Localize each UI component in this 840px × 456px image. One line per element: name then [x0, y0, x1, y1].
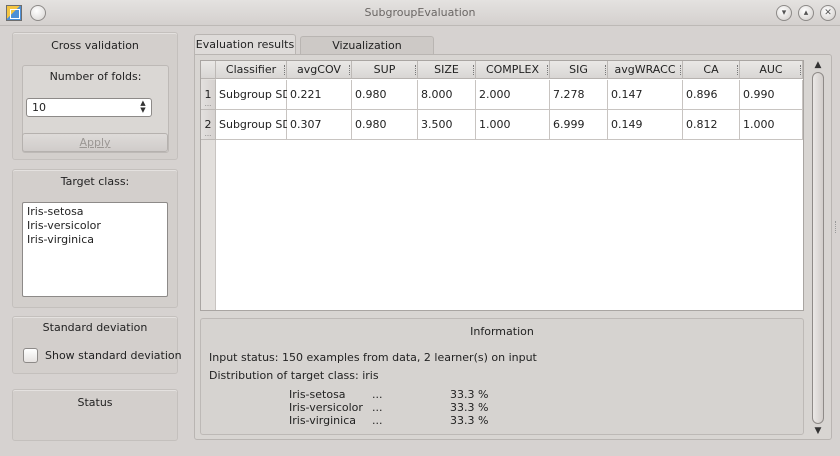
- title-bar: SubgroupEvaluation ▾ ▴ ✕: [0, 0, 840, 26]
- column-header[interactable]: avgWRACC: [608, 61, 683, 79]
- class-dots: ...: [372, 401, 383, 414]
- list-item[interactable]: Iris-versicolor: [27, 219, 163, 233]
- table-cell[interactable]: Subgroup SD: [216, 110, 291, 140]
- class-percent: 33.3 %: [450, 401, 489, 414]
- status-group: Status: [12, 389, 178, 441]
- class-percent: 33.3 %: [450, 388, 489, 401]
- table-cell[interactable]: 0.812: [683, 110, 740, 140]
- window-title: SubgroupEvaluation: [364, 6, 476, 19]
- table-cell[interactable]: 1.000: [740, 110, 803, 140]
- class-percent: 33.3 %: [450, 414, 489, 427]
- show-std-label[interactable]: Show standard deviation: [45, 349, 182, 362]
- vertical-scrollbar[interactable]: ▲ ▼: [810, 58, 826, 438]
- table-cell[interactable]: 7.278: [550, 80, 608, 110]
- table-cell[interactable]: 8.000: [418, 80, 476, 110]
- table-corner[interactable]: [201, 61, 216, 79]
- tab-vizualization-description[interactable]: Vizualization description: [300, 36, 434, 69]
- column-header[interactable]: SIZE: [418, 61, 476, 79]
- close-icon[interactable]: ✕: [820, 5, 836, 21]
- column-header[interactable]: COMPLEX: [476, 61, 550, 79]
- table-cell[interactable]: 0.307: [287, 110, 352, 140]
- column-header[interactable]: Classifier: [216, 61, 287, 79]
- standard-deviation-title: Standard deviation: [42, 321, 148, 334]
- list-item[interactable]: Iris-virginica: [27, 233, 163, 247]
- folds-value: 10: [32, 101, 46, 114]
- table-cell[interactable]: 0.980: [352, 110, 418, 140]
- show-std-checkbox[interactable]: [23, 348, 38, 363]
- table-cell[interactable]: 1.000: [476, 110, 550, 140]
- column-header[interactable]: SUP: [352, 61, 418, 79]
- resize-grip-icon[interactable]: [835, 221, 838, 233]
- apply-button[interactable]: Apply: [22, 133, 168, 152]
- column-header[interactable]: avgCOV: [287, 61, 352, 79]
- maximize-icon[interactable]: ▴: [798, 5, 814, 21]
- class-name: Iris-virginica: [289, 414, 356, 427]
- table-cell[interactable]: 0.990: [740, 80, 803, 110]
- target-class-list[interactable]: Iris-setosa Iris-versicolor Iris-virgini…: [22, 202, 168, 297]
- column-header[interactable]: SIG: [550, 61, 608, 79]
- scroll-up-icon[interactable]: ▲: [810, 58, 826, 72]
- target-class-title: Target class:: [60, 175, 130, 188]
- scrollbar-thumb[interactable]: [812, 72, 824, 424]
- table-cell[interactable]: 0.980: [352, 80, 418, 110]
- class-name: Iris-versicolor: [289, 401, 363, 414]
- row-header[interactable]: 1...: [201, 80, 216, 110]
- table-cell[interactable]: 0.149: [608, 110, 683, 140]
- table-cell[interactable]: 0.221: [287, 80, 352, 110]
- table-cell[interactable]: 0.896: [683, 80, 740, 110]
- folds-spinbox[interactable]: 10 ▲ ▼: [26, 98, 152, 117]
- cross-validation-title: Cross validation: [51, 39, 139, 52]
- table-cell[interactable]: Subgroup SD: [216, 80, 291, 110]
- scroll-down-icon[interactable]: ▼: [810, 424, 826, 438]
- column-header[interactable]: AUC: [740, 61, 803, 79]
- folds-label: Number of folds:: [49, 70, 142, 83]
- input-status-text: Input status: 150 examples from data, 2 …: [209, 351, 537, 364]
- status-title: Status: [77, 396, 113, 409]
- table-cell[interactable]: 3.500: [418, 110, 476, 140]
- information-title: Information: [470, 325, 534, 338]
- table-cell[interactable]: 6.999: [550, 110, 608, 140]
- class-dots: ...: [372, 388, 383, 401]
- tab-evaluation-results[interactable]: Evaluation results: [194, 34, 296, 55]
- table-cell[interactable]: 2.000: [476, 80, 550, 110]
- minimize-icon[interactable]: ▾: [776, 5, 792, 21]
- row-header[interactable]: 2...: [201, 110, 216, 140]
- class-name: Iris-setosa: [289, 388, 346, 401]
- spin-arrows-icon[interactable]: ▲ ▼: [138, 100, 148, 115]
- class-dots: ...: [372, 414, 383, 427]
- table-cell[interactable]: 0.147: [608, 80, 683, 110]
- column-header[interactable]: CA: [683, 61, 740, 79]
- standard-deviation-group: Standard deviation: [12, 316, 178, 374]
- distribution-text: Distribution of target class: iris: [209, 369, 379, 382]
- list-item[interactable]: Iris-setosa: [27, 205, 163, 219]
